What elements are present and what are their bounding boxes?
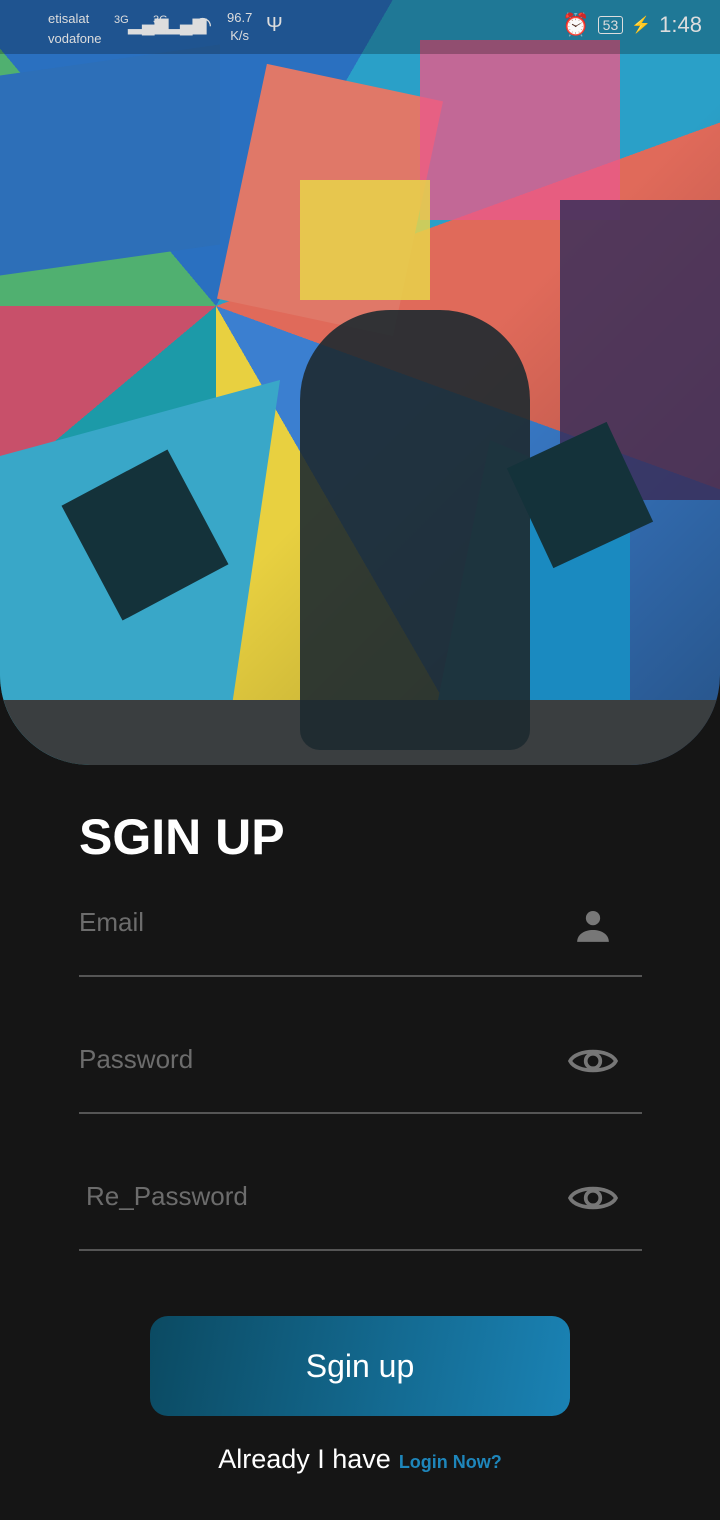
- person-silhouette: [300, 310, 530, 750]
- mural-tile: [300, 180, 430, 300]
- mural-tile: [420, 40, 620, 220]
- network-type-1: 3G: [114, 14, 129, 26]
- mural-tile: [0, 44, 220, 276]
- signup-button[interactable]: Sgin up: [150, 1316, 570, 1416]
- clock: 1:48: [659, 12, 702, 37]
- re-password-placeholder: Re_Password: [86, 1181, 248, 1211]
- re-password-field[interactable]: Re_Password: [79, 1181, 642, 1251]
- login-now-link[interactable]: Login Now?: [399, 1452, 502, 1472]
- net-speed: 96.7 K/s: [227, 9, 252, 45]
- speed-value: 96.7: [227, 10, 253, 25]
- status-bar: etisalat vodafone 3G ▂▄▆ 3G ▂▄▆ ◠ 96.7 K…: [0, 0, 720, 54]
- page-title: SGIN UP: [79, 809, 285, 865]
- eye-icon[interactable]: [568, 1044, 618, 1078]
- email-field[interactable]: Email: [79, 907, 642, 977]
- person-icon: [577, 910, 609, 942]
- already-have-text: Already I have: [218, 1444, 391, 1474]
- charging-icon: ⚡: [631, 17, 652, 34]
- email-placeholder: Email: [79, 907, 145, 937]
- usb-icon: Ψ: [266, 14, 283, 36]
- speed-unit: K/s: [230, 28, 250, 43]
- login-prompt: Already I have Login Now?: [0, 1444, 720, 1475]
- carrier-2: vodafone: [48, 31, 102, 46]
- carrier-1: etisalat: [48, 11, 90, 26]
- carriers: etisalat vodafone: [48, 9, 102, 49]
- wifi-icon: ◠: [193, 12, 213, 37]
- alarm-icon: ⏰: [562, 12, 590, 37]
- hero-image: [0, 0, 720, 765]
- password-placeholder: Password: [79, 1044, 194, 1074]
- password-field[interactable]: Password: [79, 1044, 642, 1114]
- eye-icon[interactable]: [568, 1181, 618, 1215]
- battery-level: 53: [597, 16, 624, 34]
